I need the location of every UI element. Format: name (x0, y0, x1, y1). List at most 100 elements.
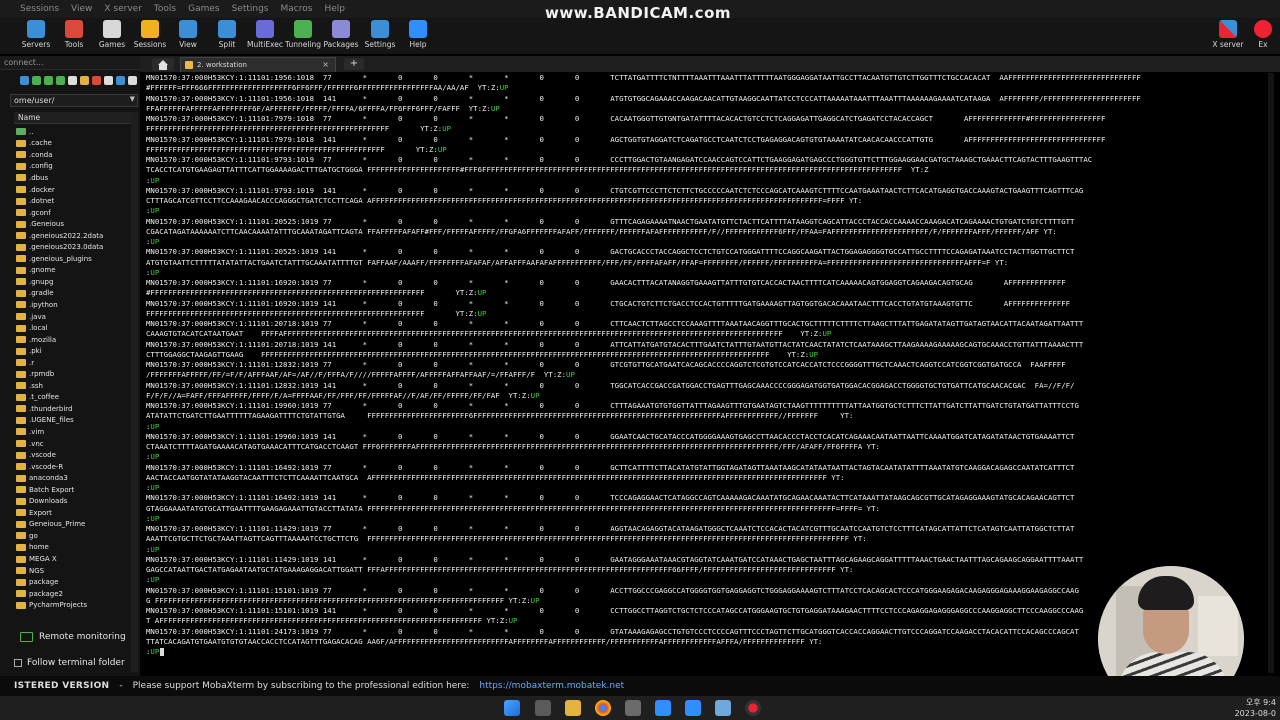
menu-games[interactable]: Games (188, 4, 219, 14)
quick-connect-input[interactable]: connect... (0, 56, 140, 70)
folder-name: package2 (29, 589, 64, 598)
list-item[interactable]: .geneious2022.2data (16, 230, 138, 242)
menu-settings[interactable]: Settings (232, 4, 269, 14)
list-item[interactable]: .vnc (16, 438, 138, 450)
start-icon[interactable] (504, 700, 520, 716)
list-item[interactable]: .rpmdb (16, 368, 138, 380)
folder-name: home (29, 543, 49, 552)
new-file-icon[interactable] (68, 76, 77, 85)
list-item[interactable]: .ipython (16, 299, 138, 311)
list-item[interactable]: .gnupg (16, 276, 138, 288)
xserver-button[interactable]: X server (1204, 20, 1252, 49)
new-doc-icon[interactable] (104, 76, 113, 85)
task-view-icon[interactable] (535, 700, 551, 716)
list-item[interactable]: package (16, 576, 138, 588)
file-explorer-icon[interactable] (565, 700, 581, 716)
list-item[interactable]: .dbus (16, 172, 138, 184)
up-folder-icon[interactable] (20, 76, 29, 85)
list-item[interactable]: .. (16, 126, 138, 138)
list-item[interactable]: .Geneious (16, 218, 138, 230)
refresh-icon[interactable] (56, 76, 65, 85)
terminal-line: :UP (146, 545, 1266, 555)
list-item[interactable]: .pki (16, 345, 138, 357)
follow-terminal-folder-checkbox[interactable]: Follow terminal folder (14, 658, 125, 668)
download-icon[interactable] (32, 76, 41, 85)
terminal-line-text: CGACATAGATAAAAAATCTTCAACAAAATATTTGCAAATA… (146, 226, 1057, 236)
list-item[interactable]: Geneious_Prime (16, 519, 138, 531)
remote-monitoring-button[interactable]: Remote monitoring (20, 632, 126, 642)
folder-name: .ssh (29, 381, 43, 390)
list-item[interactable]: .vim (16, 426, 138, 438)
toolbar-button-help[interactable]: Help (394, 20, 442, 49)
new-tab-button[interactable]: + (344, 58, 364, 70)
list-item[interactable]: .dotnet (16, 195, 138, 207)
list-item[interactable]: .thunderbird (16, 403, 138, 415)
terminal-line-text: MN01570:37:000H53KCY:1:11101:19960:1019 … (146, 401, 1079, 410)
list-item[interactable]: Downloads (16, 496, 138, 508)
list-item[interactable]: .gnome (16, 265, 138, 277)
tab-workstation[interactable]: 2. workstation × (180, 57, 336, 72)
list-item[interactable]: .config (16, 161, 138, 173)
chevron-down-icon[interactable]: ▼ (130, 95, 135, 103)
list-item[interactable]: .r (16, 357, 138, 369)
menu-macros[interactable]: Macros (281, 4, 313, 14)
app-icon[interactable] (625, 700, 641, 716)
list-item[interactable]: .gconf (16, 207, 138, 219)
list-item[interactable]: .ssh (16, 380, 138, 392)
rename-icon[interactable] (116, 76, 125, 85)
menu-xserver[interactable]: X server (104, 4, 142, 14)
list-item[interactable]: MEGA X (16, 553, 138, 565)
menu-sessions[interactable]: Sessions (20, 4, 59, 14)
menu-tools[interactable]: Tools (154, 4, 176, 14)
home-tab[interactable] (152, 58, 174, 71)
list-item[interactable]: go (16, 530, 138, 542)
list-item[interactable]: .gradle (16, 288, 138, 300)
list-item[interactable]: NGS (16, 565, 138, 577)
menu-view[interactable]: View (71, 4, 92, 14)
terminal-scrollbar[interactable] (1268, 73, 1274, 673)
upload-icon[interactable] (44, 76, 53, 85)
terminal-line-text: MN01570:37:000H53KCY:1:11101:11429:1019 … (146, 554, 1084, 564)
terminal-line-tag: UP (566, 370, 575, 380)
menu-help[interactable]: Help (324, 4, 345, 14)
list-item[interactable]: .UGENE_files (16, 415, 138, 427)
properties-icon[interactable] (128, 76, 137, 85)
list-item[interactable]: .conda (16, 149, 138, 161)
list-item[interactable]: .geneious2023.0data (16, 241, 138, 253)
close-icon[interactable]: × (322, 60, 329, 69)
file-list-header[interactable]: Name (14, 112, 138, 124)
new-folder-icon[interactable] (80, 76, 89, 85)
list-item[interactable]: .mozilla (16, 334, 138, 346)
list-item[interactable]: anaconda3 (16, 472, 138, 484)
list-item[interactable]: Export (16, 507, 138, 519)
list-item[interactable]: .t_coffee (16, 392, 138, 404)
terminal-line-text: ATGTGTAATTCTTTTTATATATTACTGAATCTATTTGCAA… (146, 257, 1009, 267)
list-item[interactable]: .cache (16, 138, 138, 150)
exit-button[interactable]: Ex (1246, 20, 1280, 49)
list-item[interactable]: .docker (16, 184, 138, 196)
list-item[interactable]: .java (16, 311, 138, 323)
snipping-tool-icon[interactable] (655, 700, 671, 716)
remote-monitoring-label: Remote monitoring (39, 632, 126, 642)
list-item[interactable]: .vscode (16, 449, 138, 461)
taskbar-clock[interactable]: 오후 9:4 2023-08-0 (1235, 697, 1276, 719)
delete-icon[interactable] (92, 76, 101, 85)
sidebar-scrollbar[interactable] (131, 112, 138, 672)
path-input[interactable]: ome/user/ ▼ (10, 94, 138, 107)
folder-icon (16, 220, 26, 228)
list-item[interactable]: PycharmProjects (16, 599, 138, 611)
list-item[interactable]: .local (16, 322, 138, 334)
mobaxterm-link[interactable]: https://mobaxterm.mobatek.net (479, 681, 624, 691)
vscode-icon[interactable] (685, 700, 701, 716)
notepad-icon[interactable] (715, 700, 731, 716)
list-item[interactable]: home (16, 542, 138, 554)
list-item[interactable]: .vscode-R (16, 461, 138, 473)
games-icon (103, 20, 121, 38)
list-item[interactable]: .geneious_plugins (16, 253, 138, 265)
folder-icon (16, 347, 26, 355)
list-item[interactable]: Batch Export (16, 484, 138, 496)
folder-name: .geneious2022.2data (29, 231, 104, 240)
bandicam-icon[interactable] (745, 700, 761, 716)
chrome-icon[interactable] (595, 700, 611, 716)
list-item[interactable]: package2 (16, 588, 138, 600)
